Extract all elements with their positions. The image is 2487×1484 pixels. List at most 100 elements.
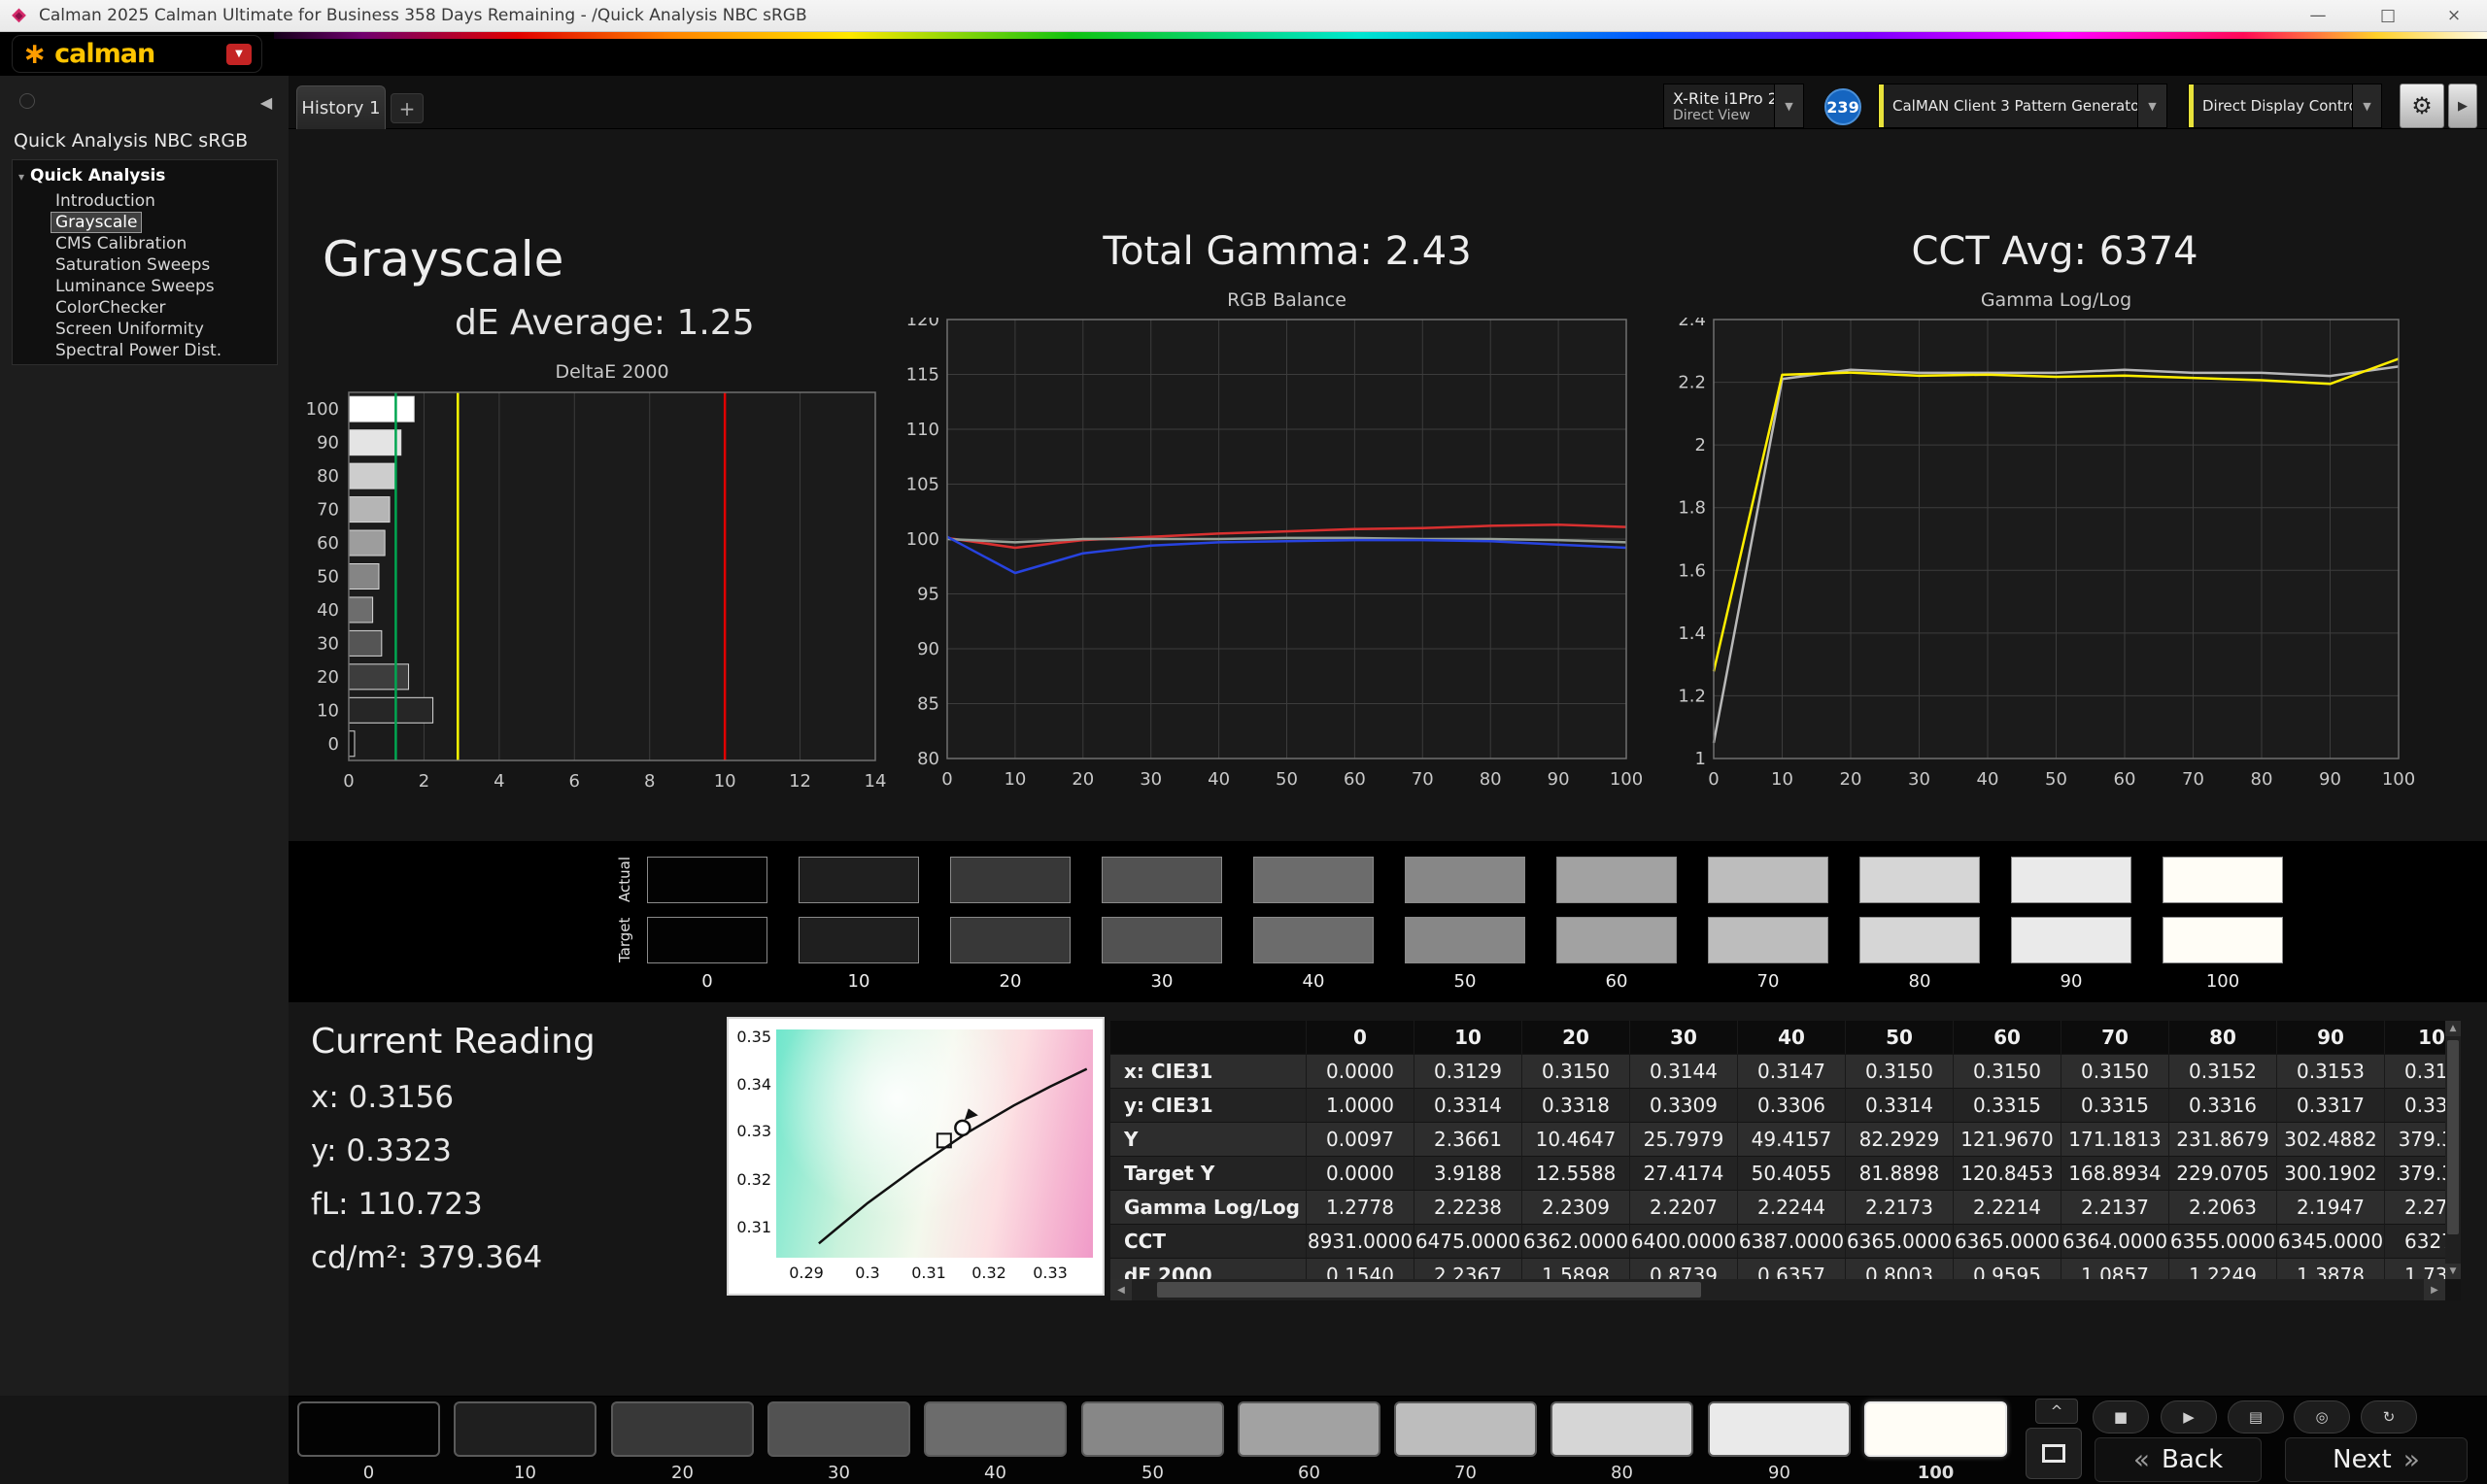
actual-swatch-70 — [1708, 857, 1828, 903]
svg-text:20: 20 — [317, 667, 339, 688]
display-control-dropdown[interactable]: Direct Display Control ▼ — [2188, 84, 2382, 128]
pattern-level-button-60[interactable] — [1238, 1401, 1380, 1457]
scroll-down-icon[interactable]: ▼ — [2445, 1264, 2461, 1279]
table-cell: 50.4055 — [1738, 1157, 1846, 1191]
toolbar-expand-button[interactable]: ▶ — [2448, 84, 2477, 128]
calman-wordmark: calman — [54, 39, 155, 69]
table-cell: 6362.0000 — [1522, 1225, 1630, 1259]
title-bar: Calman 2025 Calman Ultimate for Business… — [0, 0, 2487, 32]
sidebar-options-icon[interactable] — [19, 93, 35, 109]
pattern-level-button-70[interactable] — [1394, 1401, 1537, 1457]
tab-history-1[interactable]: History 1 — [296, 85, 386, 129]
refresh-button[interactable]: ↻ — [2361, 1400, 2417, 1433]
svg-text:50: 50 — [1276, 769, 1298, 790]
table-cell: 121.9670 — [1954, 1123, 2061, 1157]
scrollbar-thumb[interactable] — [2447, 1040, 2459, 1234]
table-cell: 229.0705 — [2169, 1157, 2277, 1191]
sidebar-item-grayscale[interactable]: Grayscale — [13, 212, 277, 233]
gamma-log-chart: 1 1.2 1.4 1.6 1.8 2 2.2 2.4 0 10 20 30 40 50 60 70 80 90 1… — [1678, 318, 2415, 790]
back-button[interactable]: « Back — [2095, 1437, 2262, 1482]
actual-swatch-60 — [1556, 857, 1677, 903]
pattern-level-button-50[interactable] — [1081, 1401, 1224, 1457]
table-cell: 0.3314 — [1414, 1089, 1522, 1123]
next-button[interactable]: Next » — [2285, 1437, 2468, 1482]
cie-overlay — [818, 1067, 1088, 1245]
svg-text:20: 20 — [1072, 769, 1094, 790]
pattern-level-button-90[interactable] — [1708, 1401, 1851, 1457]
svg-text:30: 30 — [1140, 769, 1162, 790]
svg-text:90: 90 — [917, 639, 939, 659]
pattern-bar-expand-button[interactable]: ^ — [2035, 1399, 2078, 1424]
workflow-title: Quick Analysis NBC sRGB — [14, 130, 249, 152]
cie-x-tick: 0.31 — [911, 1264, 946, 1282]
swatch-level-label: 10 — [847, 971, 870, 992]
pattern-level-label: 20 — [671, 1463, 694, 1483]
table-cell: 49.4157 — [1738, 1123, 1846, 1157]
close-button[interactable]: × — [2425, 0, 2483, 31]
table-cell: 0.3153 — [2277, 1055, 2385, 1089]
logo-dropdown-icon[interactable]: ▼ — [226, 43, 252, 65]
sidebar-item-colorchecker[interactable]: ColorChecker — [13, 297, 277, 319]
pattern-window-button[interactable] — [2026, 1428, 2082, 1479]
svg-text:60: 60 — [2114, 769, 2136, 790]
table-column-header: 80 — [2169, 1021, 2277, 1055]
svg-text:85: 85 — [917, 694, 939, 715]
actual-row-label: Actual — [616, 857, 633, 903]
pattern-level-button-80[interactable] — [1550, 1401, 1693, 1457]
table-cell: 0.3315 — [2061, 1089, 2169, 1123]
meter-dropdown[interactable]: X-Rite i1Pro 2 Direct View ▼ — [1663, 84, 1804, 128]
sidebar-item-cms-calibration[interactable]: CMS Calibration — [13, 233, 277, 254]
sidebar-item-luminance-sweeps[interactable]: Luminance Sweeps — [13, 276, 277, 297]
table-cell: 0.3317 — [2277, 1089, 2385, 1123]
pattern-level-button-40[interactable] — [924, 1401, 1067, 1457]
tree-collapse-icon[interactable]: ▾ — [18, 170, 24, 184]
stop-button[interactable]: ■ — [2093, 1400, 2149, 1433]
scroll-right-icon[interactable]: ▶ — [2424, 1279, 2445, 1300]
scroll-up-icon[interactable]: ▲ — [2445, 1021, 2461, 1036]
table-vertical-scrollbar[interactable]: ▲ ▼ — [2445, 1021, 2461, 1279]
read-button[interactable]: ◎ — [2294, 1400, 2350, 1433]
add-tab-button[interactable]: + — [391, 93, 424, 123]
sidebar-item-spectral-power-dist[interactable]: Spectral Power Dist. — [13, 340, 277, 361]
save-button[interactable]: ▤ — [2228, 1400, 2284, 1433]
pattern-level-button-10[interactable] — [454, 1401, 596, 1457]
gear-icon[interactable]: ⚙ — [2411, 92, 2433, 119]
target-swatch-90 — [2011, 917, 2131, 963]
svg-text:10: 10 — [1004, 769, 1026, 790]
pattern-level-button-0[interactable] — [297, 1401, 440, 1457]
dropdown-arrow-icon[interactable]: ▼ — [2352, 84, 2381, 127]
table-cell: 0.3309 — [1630, 1089, 1738, 1123]
meter-mode: Direct View — [1673, 107, 1751, 123]
reading-cd: cd/m²: 379.364 — [311, 1240, 543, 1275]
svg-text:50: 50 — [2045, 769, 2067, 790]
target-row-label: Target — [616, 917, 633, 963]
swatch-level-label: 100 — [2205, 971, 2240, 992]
table-cell: 6365.0000 — [1954, 1225, 2061, 1259]
pattern-level-button-30[interactable] — [767, 1401, 910, 1457]
pattern-level-button-20[interactable] — [611, 1401, 754, 1457]
tree-item-list: Introduction Grayscale CMS Calibration Satu… — [13, 190, 277, 361]
dropdown-arrow-icon[interactable]: ▼ — [1774, 84, 1803, 127]
table-column-header: 90 — [2277, 1021, 2385, 1055]
svg-text:8: 8 — [644, 771, 655, 792]
pattern-level-button-100[interactable] — [1864, 1401, 2007, 1457]
table-cell: 25.7979 — [1630, 1123, 1738, 1157]
table-horizontal-scrollbar[interactable]: ◀ ▶ — [1110, 1279, 2445, 1300]
pattern-level-label: 70 — [1454, 1463, 1477, 1483]
maximize-button[interactable]: □ — [2359, 0, 2417, 31]
play-button[interactable]: ▶ — [2161, 1400, 2217, 1433]
collapse-sidebar-button[interactable]: ◀ — [255, 91, 278, 115]
svg-text:0: 0 — [343, 771, 354, 792]
tree-root-quick-analysis[interactable]: ▾ Quick Analysis — [18, 165, 165, 186]
calman-logo-menu[interactable]: ∗ calman ▼ — [12, 35, 262, 73]
dropdown-arrow-icon[interactable]: ▼ — [2137, 84, 2166, 127]
sidebar-item-saturation-sweeps[interactable]: Saturation Sweeps — [13, 254, 277, 276]
table-cell: 1.2249 — [2169, 1259, 2277, 1279]
minimize-button[interactable]: — — [2289, 0, 2347, 31]
pattern-generator-dropdown[interactable]: CalMAN Client 3 Pattern Generator ▼ — [1878, 84, 2167, 128]
pattern-level-label: 40 — [984, 1463, 1006, 1483]
sidebar-item-screen-uniformity[interactable]: Screen Uniformity — [13, 319, 277, 340]
scroll-left-icon[interactable]: ◀ — [1110, 1279, 1132, 1300]
sidebar-item-introduction[interactable]: Introduction — [13, 190, 277, 212]
scrollbar-thumb[interactable] — [1157, 1282, 1701, 1298]
